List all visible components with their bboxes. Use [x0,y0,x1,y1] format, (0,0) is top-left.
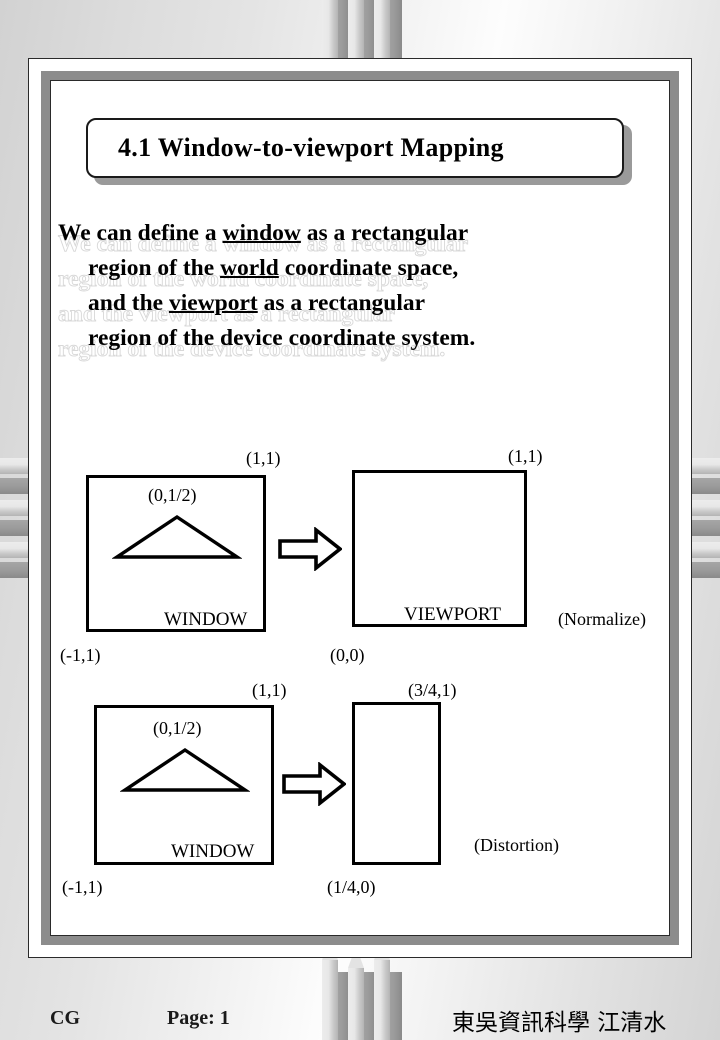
row2-window-bottom-left-label: (-1,1) [62,877,103,897]
row1-transform-arrow [278,527,342,571]
footer-department-label: 東吳資訊科學 江清水 [452,1010,667,1036]
row1-window-bottom-left-label: (-1,1) [60,645,101,665]
keyword-world: world [220,255,279,281]
row1-window-name-label: WINDOW [164,609,248,630]
footer-page-number: Page: 1 [167,1007,230,1029]
diagram-area: (1,1) (0,1/2) WINDOW (-1,1) (1,1) VIEWPO… [0,0,720,1040]
row1-viewport-bottom-left-label: (0,0) [330,645,365,665]
row2-viewport-box [352,702,441,865]
row1-window-apex-label: (0,1/2) [148,485,197,505]
body-line-3-text: and the viewport as a rectangular [88,290,426,316]
slide-root: 4.1 Window-to-viewport Mapping We can de… [0,0,720,1040]
row2-window-apex-label: (0,1/2) [153,718,202,738]
row2-note-distortion: (Distortion) [474,835,559,855]
keyword-viewport: viewport [168,290,258,316]
footer-course-label: CG [50,1007,80,1029]
row2-viewport-top-right-label: (3/4,1) [408,680,457,700]
row1-note-normalize: (Normalize) [558,609,646,629]
body-line-2-text: region of the world coordinate space, [88,255,459,281]
row1-window-triangle [112,514,242,559]
row2-window-top-right-label: (1,1) [252,680,287,700]
row2-transform-arrow [282,762,346,806]
row1-viewport-name-label: VIEWPORT [404,604,502,625]
row2-window-triangle [120,747,250,792]
row1-window-top-right-label: (1,1) [246,448,281,468]
row1-viewport-top-right-label: (1,1) [508,446,543,466]
body-line-4-text: region of the device coordinate system. [88,325,476,351]
keyword-window: window [222,220,301,246]
body-line-1-text: We can define a window as a rectangular [58,220,469,246]
row2-viewport-bottom-left-label: (1/4,0) [327,877,376,897]
row2-window-name-label: WINDOW [171,841,255,862]
